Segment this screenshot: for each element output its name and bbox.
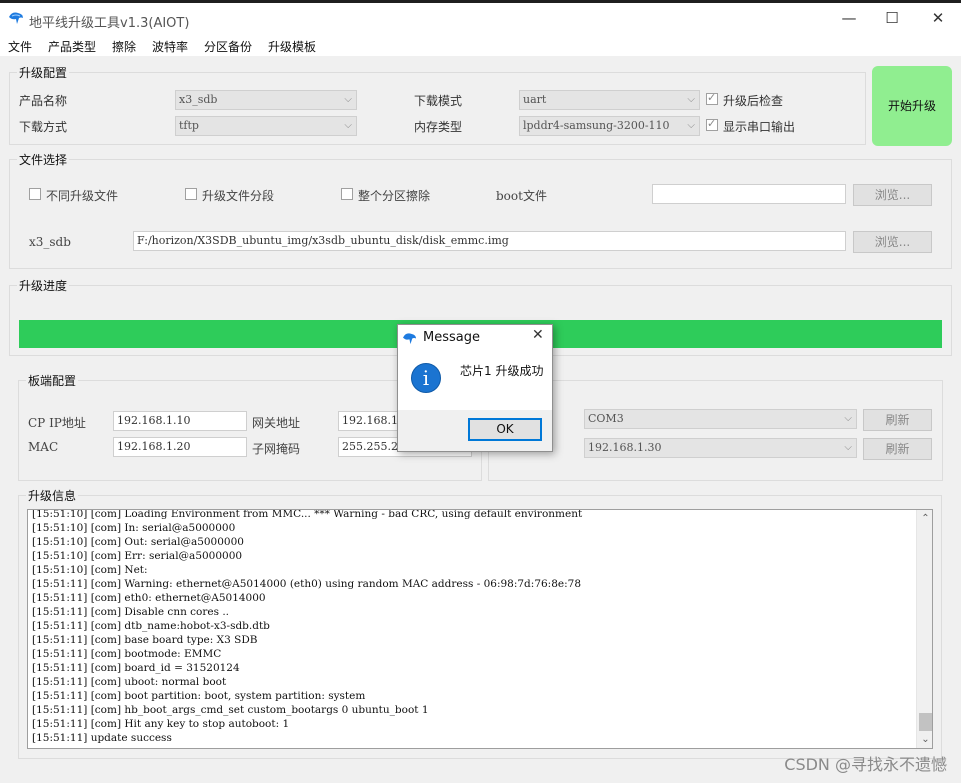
log-line: [15:51:11] [com] dtb_name:hobot-x3-sdb.d… — [32, 620, 270, 632]
menu-file[interactable]: 文件 — [8, 38, 32, 55]
memory-type-value: lpddr4-samsung-3200-110 — [523, 119, 670, 132]
chevron-down-icon: ⌵ — [687, 94, 695, 105]
com-port-value: COM3 — [588, 412, 624, 425]
start-upgrade-button[interactable]: 开始升级 — [872, 66, 952, 146]
menu-partition-backup[interactable]: 分区备份 — [204, 38, 252, 55]
log-title: 升级信息 — [26, 487, 79, 504]
log-line: [15:51:10] [com] In: serial@a5000000 — [32, 522, 236, 534]
ok-button[interactable]: OK — [468, 418, 542, 441]
boot-file-input[interactable] — [652, 184, 846, 204]
refresh-com-button[interactable]: 刷新 — [863, 409, 932, 431]
show-serial-checkbox[interactable] — [706, 117, 718, 131]
dialog-message: 芯片1 升级成功 — [460, 364, 544, 378]
download-method-value: tftp — [179, 119, 199, 132]
close-button[interactable]: ✕ — [915, 3, 961, 33]
upgrade-config-title: 升级配置 — [17, 64, 70, 81]
memory-type-select[interactable]: lpddr4-samsung-3200-110 ⌵ — [519, 116, 700, 136]
log-line: [15:51:10] [com] Loading Environment fro… — [32, 509, 583, 520]
log-line: [15:51:11] [com] Disable cnn cores .. — [32, 606, 230, 618]
scroll-down-icon[interactable]: ⌄ — [917, 731, 932, 748]
check-after-checkbox[interactable] — [706, 91, 718, 105]
title-bar: 地平线升级工具v1.3(AIOT) — ☐ ✕ — [0, 0, 961, 34]
scroll-thumb[interactable] — [919, 713, 932, 731]
log-line: [15:51:10] [com] Out: serial@a5000000 — [32, 536, 244, 548]
image-browse-button[interactable]: 浏览... — [853, 231, 932, 253]
refresh-ip-button[interactable]: 刷新 — [863, 438, 932, 460]
image-label: x3_sdb — [29, 235, 71, 249]
log-line: [15:51:10] [com] Err: serial@a5000000 — [32, 550, 243, 562]
memory-type-label: 内存类型 — [414, 120, 463, 134]
progress-title: 升级进度 — [17, 277, 70, 294]
download-method-select[interactable]: tftp ⌵ — [175, 116, 357, 136]
log-textarea[interactable]: [15:51:10] [com] Loading Environment fro… — [27, 509, 933, 749]
download-mode-value: uart — [523, 93, 547, 106]
maximize-button[interactable]: ☐ — [869, 3, 915, 33]
file-select-group — [9, 159, 952, 269]
image-path-input[interactable]: F:/horizon/X3SDB_ubuntu_img/x3sdb_ubuntu… — [133, 231, 846, 251]
dialog-footer: OK — [398, 410, 552, 451]
log-scrollbar[interactable]: ⌃ ⌄ — [916, 510, 932, 748]
cp-ip-label: CP IP地址 — [28, 416, 86, 430]
bird-app-icon — [9, 12, 23, 24]
log-line: [15:51:11] [com] Hit any key to stop aut… — [32, 718, 290, 730]
log-line: [15:51:11] [com] base board type: X3 SDB — [32, 634, 258, 646]
file-select-title: 文件选择 — [17, 151, 70, 168]
diff-files-checkbox[interactable] — [29, 188, 41, 200]
minimize-button[interactable]: — — [826, 3, 872, 33]
log-line: [15:51:11] [com] Warning: ethernet@A5014… — [32, 578, 582, 590]
log-line: [15:51:11] [com] uboot: normal boot — [32, 676, 227, 688]
boot-file-label: boot文件 — [496, 189, 547, 203]
dialog-close-icon[interactable]: ✕ — [532, 327, 544, 343]
menu-bar: 文件 产品类型 擦除 波特率 分区备份 升级模板 — [0, 34, 961, 56]
board-config-title: 板端配置 — [26, 372, 79, 389]
whole-erase-checkbox[interactable] — [341, 188, 353, 200]
window-title: 地平线升级工具v1.3(AIOT) — [29, 16, 190, 31]
host-ip-value: 192.168.1.30 — [588, 441, 662, 454]
log-line: [15:51:11] [com] hb_boot_args_cmd_set cu… — [32, 704, 429, 716]
host-ip-select[interactable]: 192.168.1.30 ⌵ — [584, 438, 857, 458]
show-serial-label: 显示串口输出 — [723, 120, 796, 134]
chevron-down-icon: ⌵ — [687, 120, 695, 131]
mac-label: MAC — [28, 440, 59, 454]
chevron-down-icon: ⌵ — [344, 120, 352, 131]
check-after-label: 升级后检查 — [723, 94, 784, 108]
information-icon: i — [411, 363, 441, 393]
cp-ip-input[interactable]: 192.168.1.10 — [113, 411, 247, 431]
boot-browse-button[interactable]: 浏览... — [853, 184, 932, 206]
gateway-label: 网关地址 — [252, 416, 301, 430]
log-line: [15:51:11] [com] eth0: ethernet@A5014000 — [32, 592, 266, 604]
scroll-up-icon[interactable]: ⌃ — [917, 510, 932, 527]
download-method-label: 下载方式 — [19, 120, 68, 134]
menu-product-type[interactable]: 产品类型 — [48, 38, 96, 55]
log-line: [15:51:11] [com] bootmode: EMMC — [32, 648, 222, 660]
segment-checkbox[interactable] — [185, 188, 197, 200]
subnet-label: 子网掩码 — [252, 442, 301, 456]
dialog-title: Message — [423, 330, 480, 345]
chevron-down-icon: ⌵ — [344, 94, 352, 105]
download-mode-select[interactable]: uart ⌵ — [519, 90, 700, 110]
diff-files-label: 不同升级文件 — [46, 189, 119, 203]
watermark: CSDN @寻找永不遗憾 — [784, 755, 947, 774]
com-port-select[interactable]: COM3 ⌵ — [584, 409, 857, 429]
segment-label: 升级文件分段 — [202, 189, 275, 203]
chevron-down-icon: ⌵ — [844, 442, 852, 453]
product-name-select[interactable]: x3_sdb ⌵ — [175, 90, 357, 110]
chevron-down-icon: ⌵ — [844, 413, 852, 424]
log-line: [15:51:11] [com] boot partition: boot, s… — [32, 690, 366, 702]
bird-app-icon — [403, 333, 416, 345]
menu-baud-rate[interactable]: 波特率 — [152, 38, 188, 55]
menu-erase[interactable]: 擦除 — [112, 38, 136, 55]
log-line: [15:51:11] [com] board_id = 31520124 — [32, 662, 240, 674]
log-line: [15:51:11] update success — [32, 732, 172, 744]
log-line: [15:51:10] [com] Net: — [32, 564, 148, 576]
menu-upgrade-template[interactable]: 升级模板 — [268, 38, 316, 55]
message-dialog: Message ✕ i 芯片1 升级成功 OK — [397, 324, 553, 452]
download-mode-label: 下载模式 — [414, 94, 463, 108]
product-name-label: 产品名称 — [19, 94, 68, 108]
product-name-value: x3_sdb — [179, 93, 218, 106]
whole-erase-label: 整个分区擦除 — [358, 189, 431, 203]
mac-input[interactable]: 192.168.1.20 — [113, 437, 247, 457]
log-lines: [15:51:10] [com] Loading Environment fro… — [28, 509, 916, 745]
